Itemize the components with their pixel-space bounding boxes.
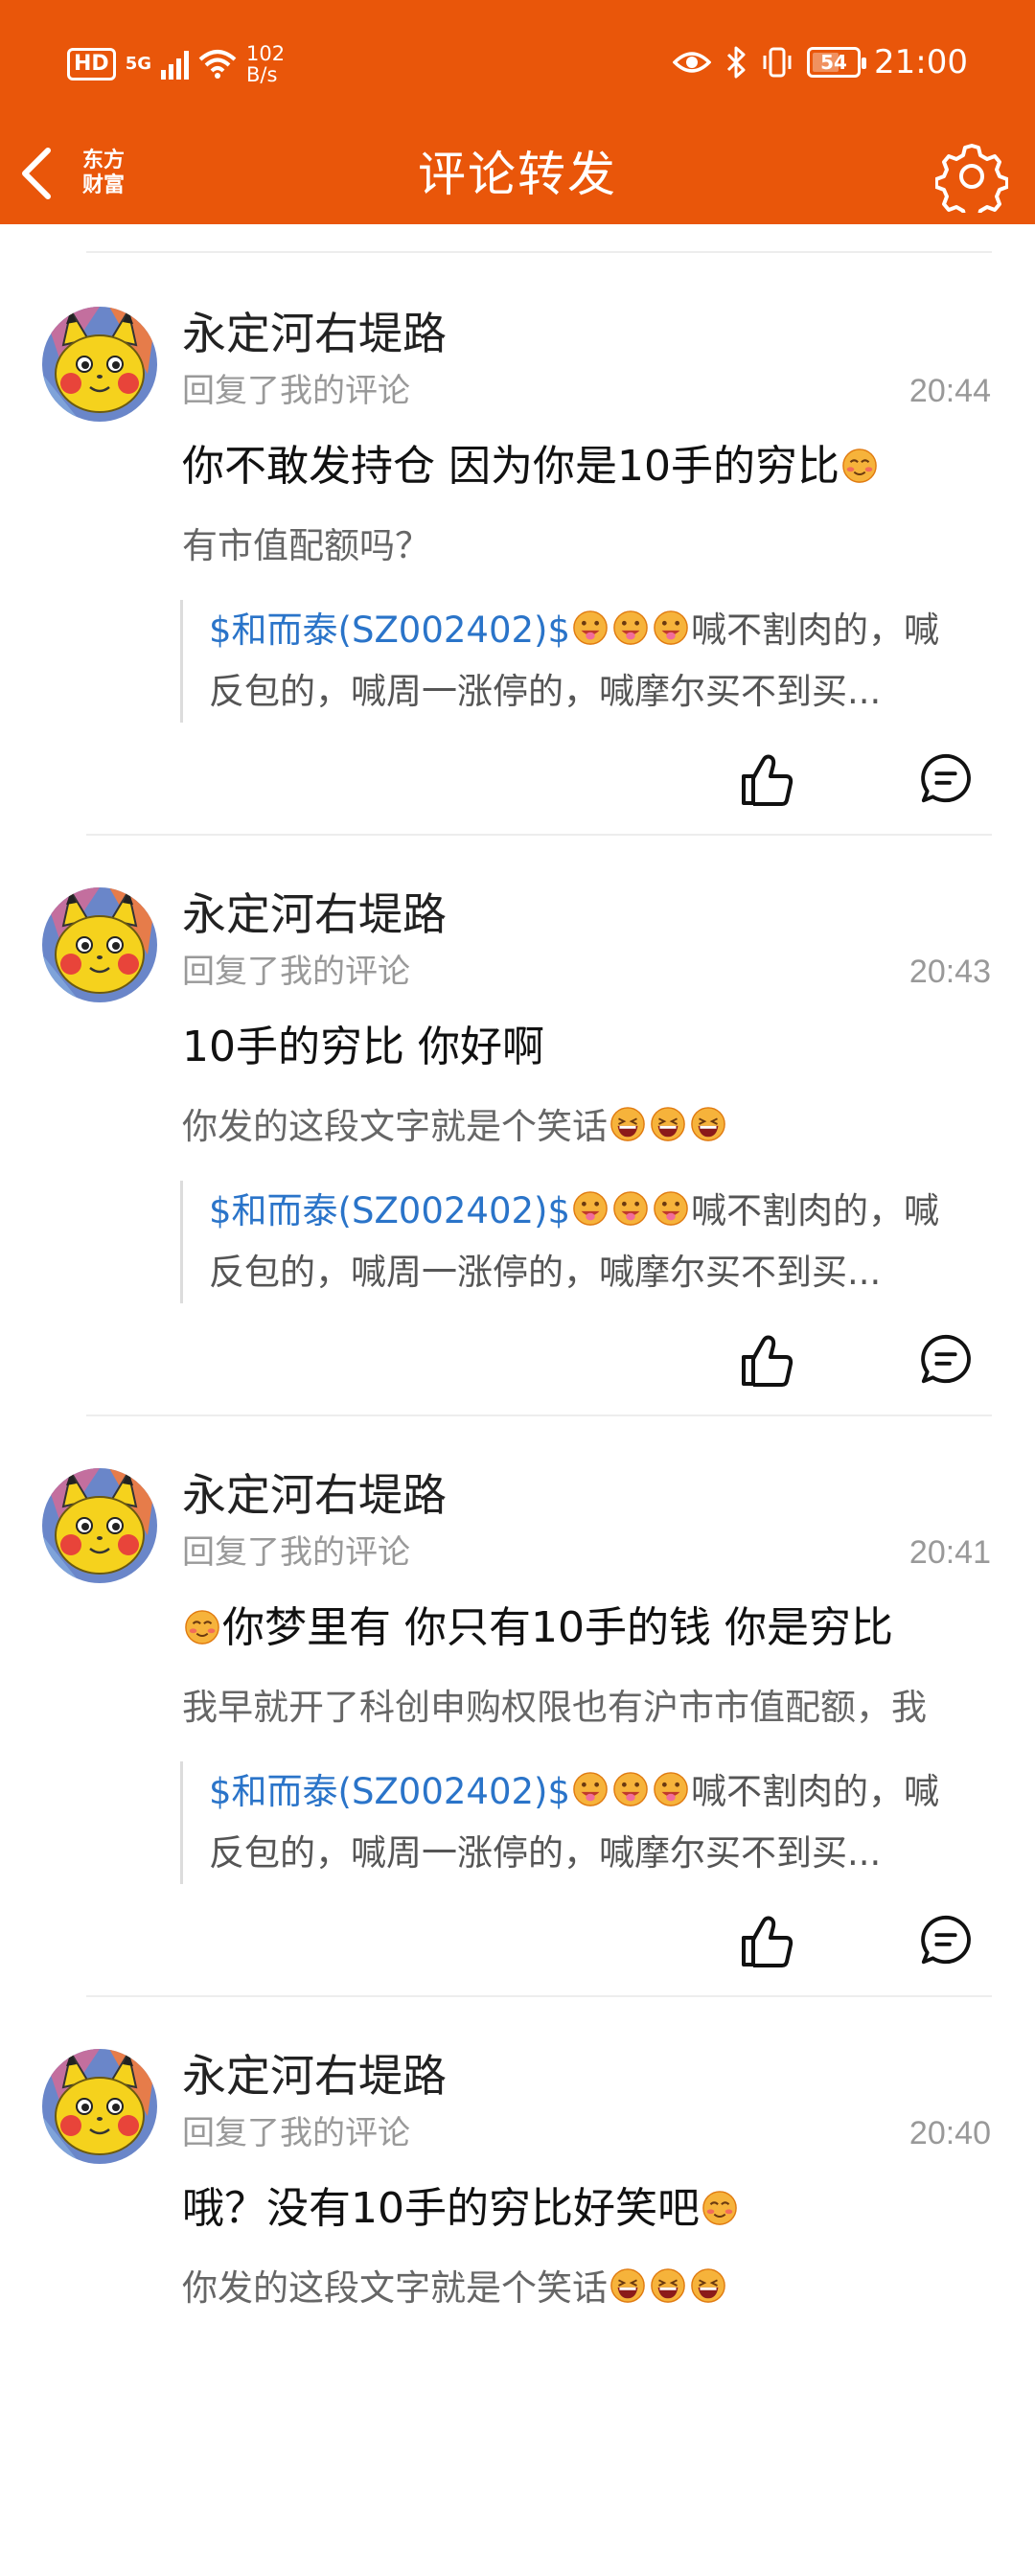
original-post[interactable]: $和而泰(SZ002402)$ 喊不割肉的，喊 反包的，喊周一涨停的，喊摩尔买不到… — [180, 1761, 993, 1884]
like-icon[interactable] — [738, 1913, 795, 1970]
my-comment: 你发的这段文字就是个笑话 — [182, 1100, 1035, 1154]
original-post[interactable]: $和而泰(SZ002402)$ 喊不割肉的，喊 反包的，喊周一涨停的，喊摩尔买不到… — [180, 600, 993, 723]
divider — [86, 1995, 992, 1997]
stock-link[interactable]: $和而泰(SZ002402)$ — [209, 610, 570, 651]
tongue-emoji-icon — [572, 1190, 609, 1227]
comment-icon[interactable] — [918, 751, 974, 807]
post-text-line2: 反包的，喊周一涨停的，喊摩尔买不到买... — [209, 1832, 882, 1874]
network-type: 5G — [125, 54, 151, 74]
logo-line1: 东方 — [81, 149, 125, 172]
comment-icon[interactable] — [918, 1913, 974, 1968]
post-text-line1: 喊不割肉的，喊 — [691, 1190, 940, 1231]
chevron-left-icon — [22, 148, 51, 199]
status-left: HD 5G 102 B/s — [67, 40, 285, 88]
post-text-line1: 喊不割肉的，喊 — [691, 610, 940, 651]
timestamp: 20:40 — [908, 2115, 991, 2151]
hd-badge: HD — [67, 48, 116, 80]
timestamp: 20:41 — [908, 1534, 991, 1571]
reply-text: 10手的穷比 你好啊 — [182, 1023, 544, 1071]
like-icon[interactable] — [738, 1332, 795, 1390]
my-comment-text: 你发的这段文字就是个笑话 — [182, 1106, 608, 1147]
status-bar: HD 5G 102 B/s 54 21:00 — [0, 0, 1035, 125]
timestamp: 20:44 — [908, 373, 991, 409]
tongue-emoji-icon — [612, 610, 649, 646]
tongue-emoji-icon — [572, 1771, 609, 1807]
reply-content: 哦？没有10手的穷比好笑吧 — [182, 2184, 700, 2233]
avatar[interactable] — [42, 307, 157, 422]
action-label: 回复了我的评论 — [182, 2114, 410, 2152]
divider — [86, 1414, 992, 1416]
tongue-emoji-icon — [653, 610, 689, 646]
laugh-emoji-icon — [650, 1106, 686, 1142]
timestamp: 20:43 — [908, 954, 991, 990]
laugh-emoji-icon — [690, 1106, 726, 1142]
blush-emoji-icon — [841, 448, 878, 484]
list-item[interactable]: 永定河右堤路 回复了我的评论 20:41 你梦里有 你只有10手的钱 你是穷比 … — [0, 1414, 1035, 1995]
post-text-line2: 反包的，喊周一涨停的，喊摩尔买不到买... — [209, 671, 882, 712]
my-comment: 你发的这段文字就是个笑话 — [182, 2262, 1035, 2315]
speed-value: 102 — [246, 42, 286, 65]
signal-icon — [161, 49, 189, 80]
action-label: 回复了我的评论 — [182, 1533, 410, 1572]
battery-icon: 54 — [807, 47, 867, 78]
divider — [86, 834, 992, 836]
laugh-emoji-icon — [650, 2267, 686, 2304]
gear-icon[interactable] — [935, 140, 1008, 213]
logo-line2: 财富 — [81, 173, 125, 197]
like-icon[interactable] — [738, 751, 795, 809]
list-item[interactable]: 永定河右堤路 回复了我的评论 20:40 哦？没有10手的穷比好笑吧 你发的这段… — [0, 1995, 1035, 2576]
laugh-emoji-icon — [610, 1106, 646, 1142]
blush-emoji-icon — [184, 1609, 220, 1645]
vibrate-icon — [763, 47, 792, 78]
eye-icon — [673, 52, 712, 73]
reply-content: 你不敢发持仓 因为你是10手的穷比 — [182, 442, 840, 491]
nav-bar: 评论转发 东方 财富 — [0, 125, 1035, 224]
clock: 21:00 — [874, 43, 968, 81]
list-item[interactable]: 永定河右堤路 回复了我的评论 20:43 10手的穷比 你好啊 你发的这段文字就… — [0, 834, 1035, 1414]
wifi-icon — [198, 50, 237, 79]
network-speed: 102 B/s — [246, 43, 285, 85]
back-button[interactable]: 东方 财富 — [17, 130, 161, 217]
post-text-line1: 喊不割肉的，喊 — [691, 1771, 940, 1812]
list-item[interactable]: 永定河右堤路 回复了我的评论 20:44 你不敢发持仓 因为你是10手的穷比 有… — [0, 253, 1035, 834]
original-post[interactable]: $和而泰(SZ002402)$ 喊不割肉的，喊 反包的，喊周一涨停的，喊摩尔买不到… — [180, 1181, 993, 1303]
app-header: HD 5G 102 B/s 54 21:00 评论转发 东方 财富 — [0, 0, 1035, 224]
laugh-emoji-icon — [610, 2267, 646, 2304]
avatar[interactable] — [42, 887, 157, 1002]
laugh-emoji-icon — [690, 2267, 726, 2304]
tongue-emoji-icon — [653, 1771, 689, 1807]
tongue-emoji-icon — [612, 1190, 649, 1227]
stock-link[interactable]: $和而泰(SZ002402)$ — [209, 1190, 570, 1231]
reply-text: 你不敢发持仓 因为你是10手的穷比 — [182, 435, 880, 498]
reply-text: 哦？没有10手的穷比好笑吧 — [182, 2177, 740, 2241]
battery-level: 54 — [820, 51, 847, 74]
my-comment: 我早就开了科创申购权限也有沪市市值配额，我 — [182, 1687, 927, 1728]
stock-link[interactable]: $和而泰(SZ002402)$ — [209, 1771, 570, 1812]
tongue-emoji-icon — [612, 1771, 649, 1807]
action-label: 回复了我的评论 — [182, 953, 410, 991]
user-name[interactable]: 永定河右堤路 — [182, 2047, 447, 2104]
bluetooth-icon — [726, 46, 746, 79]
comment-icon[interactable] — [918, 1332, 974, 1388]
user-name[interactable]: 永定河右堤路 — [182, 305, 447, 362]
user-name[interactable]: 永定河右堤路 — [182, 1466, 447, 1524]
post-text-line2: 反包的，喊周一涨停的，喊摩尔买不到买... — [209, 1252, 882, 1293]
tongue-emoji-icon — [653, 1190, 689, 1227]
avatar[interactable] — [42, 1468, 157, 1583]
avatar[interactable] — [42, 2049, 157, 2164]
reply-text: 你梦里有 你只有10手的钱 你是穷比 — [182, 1597, 893, 1660]
speed-unit: B/s — [246, 63, 278, 86]
blush-emoji-icon — [702, 2190, 738, 2226]
user-name[interactable]: 永定河右堤路 — [182, 886, 447, 943]
action-label: 回复了我的评论 — [182, 372, 410, 410]
reply-content: 你梦里有 你只有10手的钱 你是穷比 — [222, 1603, 893, 1652]
status-right: 54 21:00 — [673, 38, 968, 86]
my-comment: 有市值配额吗？ — [182, 525, 430, 566]
tongue-emoji-icon — [572, 610, 609, 646]
app-logo: 东方 财富 — [73, 143, 134, 204]
